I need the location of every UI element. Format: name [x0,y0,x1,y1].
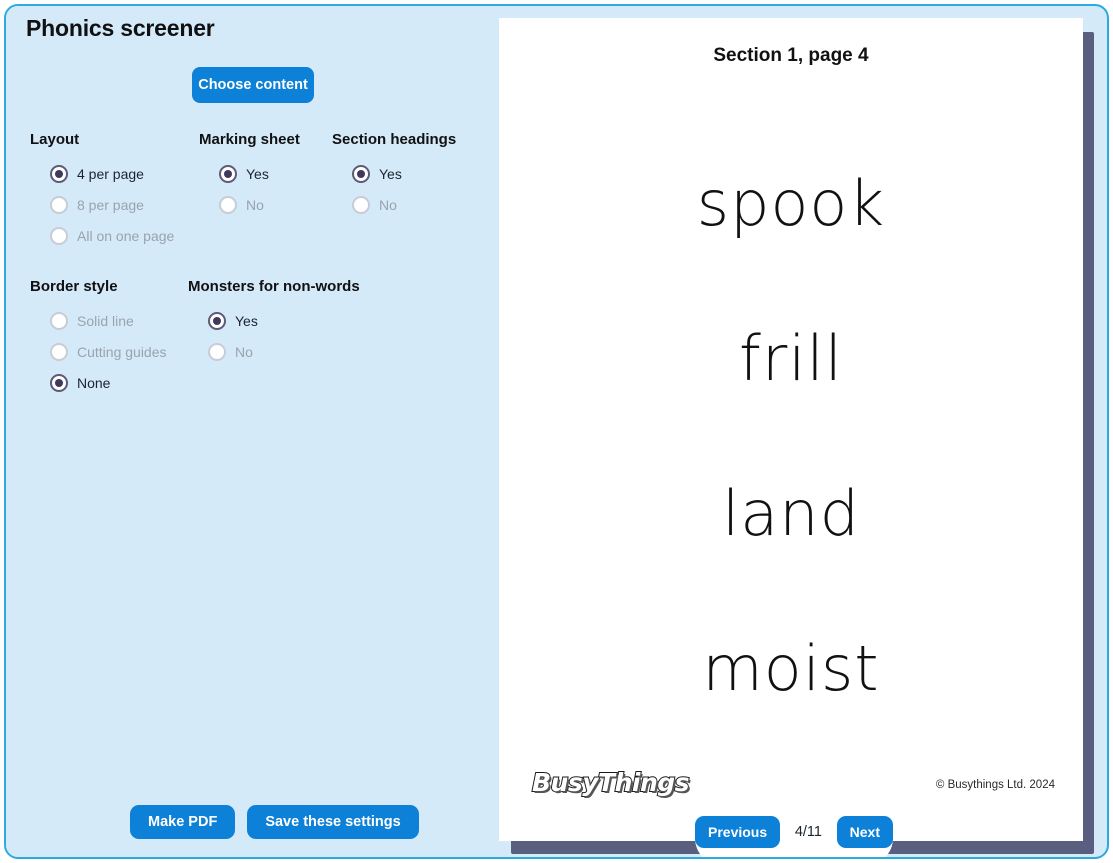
word-item: land [722,476,860,550]
radio-label: Yes [235,312,258,329]
radio-mark-icon [352,195,370,214]
make-pdf-button[interactable]: Make PDF [130,805,236,839]
radio-label: Yes [246,165,269,182]
radio-mark-icon [219,195,237,214]
radio-label: Solid line [77,312,134,329]
option-group-marking-sheet-title: Marking sheet [199,131,300,148]
radio-layout-4-per-page[interactable]: 4 per page [30,158,174,189]
word-item: moist [702,631,880,705]
radio-label: No [379,196,397,213]
radio-mark-icon [50,342,68,361]
radio-mark-icon [352,164,370,183]
radio-label: All on one page [77,227,175,244]
choose-content-button[interactable]: Choose content [192,67,314,103]
option-group-section-headings: Section headings Yes No [332,131,456,220]
radio-border-style-none[interactable]: None [30,367,167,398]
radio-monsters-no[interactable]: No [188,336,360,367]
page-indicator: 4/11 [794,824,822,840]
settings-panel: Phonics screener Choose content Layout 4… [6,6,501,857]
radio-label: Yes [379,165,402,182]
radio-mark-icon [50,226,68,245]
option-group-section-headings-title: Section headings [332,131,457,148]
app-frame: Phonics screener Choose content Layout 4… [4,4,1109,859]
page-navigation: Previous 4/11 Next [695,810,893,857]
option-group-layout: Layout 4 per page 8 per page All on one … [30,131,174,251]
radio-monsters-yes[interactable]: Yes [188,305,360,336]
worksheet-page: Section 1, page 4 spook frill land moist… [499,18,1083,841]
word-item: spook [696,166,886,240]
next-page-button[interactable]: Next [836,816,893,848]
radio-layout-8-per-page[interactable]: 8 per page [30,189,174,220]
copyright-text: © Busythings Ltd. 2024 [935,779,1055,791]
option-group-border-style-title: Border style [30,278,118,295]
option-group-marking-sheet: Marking sheet Yes No [199,131,300,220]
radio-label: 8 per page [77,196,144,213]
radio-mark-icon [50,164,68,183]
option-group-layout-title: Layout [30,131,80,148]
radio-section-headings-yes[interactable]: Yes [332,158,456,189]
radio-border-style-solid-line[interactable]: Solid line [30,305,167,336]
settings-actions: Make PDF Save these settings [130,805,419,839]
busythings-logo: BusyThings [531,767,691,798]
radio-label: 4 per page [77,165,144,182]
radio-label: No [246,196,264,213]
phonics-screener-app: Phonics screener Choose content Layout 4… [0,0,1113,863]
option-group-border-style: Border style Solid line Cutting guides N… [30,278,167,398]
word-list: spook frill land moist [499,126,1083,746]
page-title: Phonics screener [26,15,215,41]
radio-layout-all-on-one-page[interactable]: All on one page [30,220,174,251]
previous-page-button[interactable]: Previous [695,816,781,848]
radio-mark-icon [50,373,68,392]
section-heading: Section 1, page 4 [713,45,869,66]
preview-panel: Section 1, page 4 spook frill land moist… [499,18,1099,857]
radio-mark-icon [50,195,68,214]
radio-border-style-cutting-guides[interactable]: Cutting guides [30,336,167,367]
radio-label: No [235,343,253,360]
radio-mark-icon [50,311,68,330]
radio-mark-icon [208,311,226,330]
word-item: frill [739,321,843,395]
radio-label: Cutting guides [77,343,167,360]
radio-mark-icon [219,164,237,183]
radio-label: None [77,374,111,391]
radio-mark-icon [208,342,226,361]
option-group-monsters-for-non-words: Monsters for non-words Yes No [188,278,360,367]
option-group-monsters-title: Monsters for non-words [188,278,360,295]
save-these-settings-button[interactable]: Save these settings [247,805,419,839]
radio-marking-sheet-yes[interactable]: Yes [199,158,300,189]
radio-marking-sheet-no[interactable]: No [199,189,300,220]
radio-section-headings-no[interactable]: No [332,189,456,220]
